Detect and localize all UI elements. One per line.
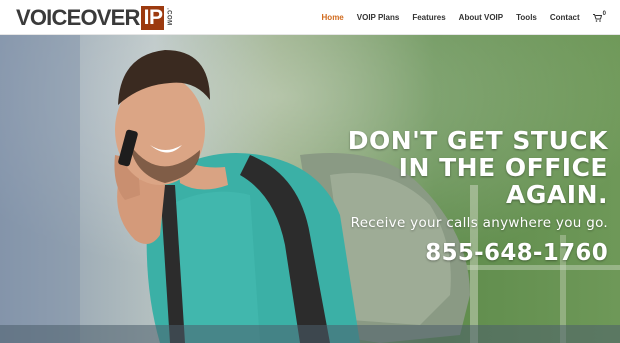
nav-home[interactable]: Home xyxy=(322,13,344,22)
nav-tools[interactable]: Tools xyxy=(516,13,537,22)
nav-voip-plans[interactable]: VOIP Plans xyxy=(357,13,400,22)
cart-button[interactable]: 0 xyxy=(592,10,606,22)
nav-contact[interactable]: Contact xyxy=(550,13,580,22)
logo-voiceover-text: VOICEOVER xyxy=(16,5,140,30)
hero-headline-line-3: AGAIN. xyxy=(506,180,608,209)
cart-count: 0 xyxy=(602,10,606,17)
site-logo[interactable]: VOICEOVER IP .COM xyxy=(16,6,171,30)
logo-ip-text: IP xyxy=(140,6,165,30)
site-header: VOICEOVER IP .COM Home VOIP Plans Featur… xyxy=(0,0,620,35)
hero-headline-line-1: DON'T GET STUCK xyxy=(347,126,608,155)
main-nav: Home VOIP Plans Features About VOIP Tool… xyxy=(309,0,606,35)
hero-subheadline: Receive your calls anywhere you go. xyxy=(350,215,608,231)
nav-about-voip[interactable]: About VOIP xyxy=(459,13,503,22)
logo-com-text: .COM xyxy=(165,8,172,26)
hero-text-block: DON'T GET STUCK IN THE OFFICE AGAIN. Rec… xyxy=(308,127,608,267)
hero-phone-number[interactable]: 855-648-1760 xyxy=(308,239,608,267)
hero-headline-line-2: IN THE OFFICE xyxy=(398,153,608,182)
nav-features[interactable]: Features xyxy=(412,13,445,22)
hero-banner: DON'T GET STUCK IN THE OFFICE AGAIN. Rec… xyxy=(0,35,620,343)
shopping-cart-icon xyxy=(592,13,602,22)
